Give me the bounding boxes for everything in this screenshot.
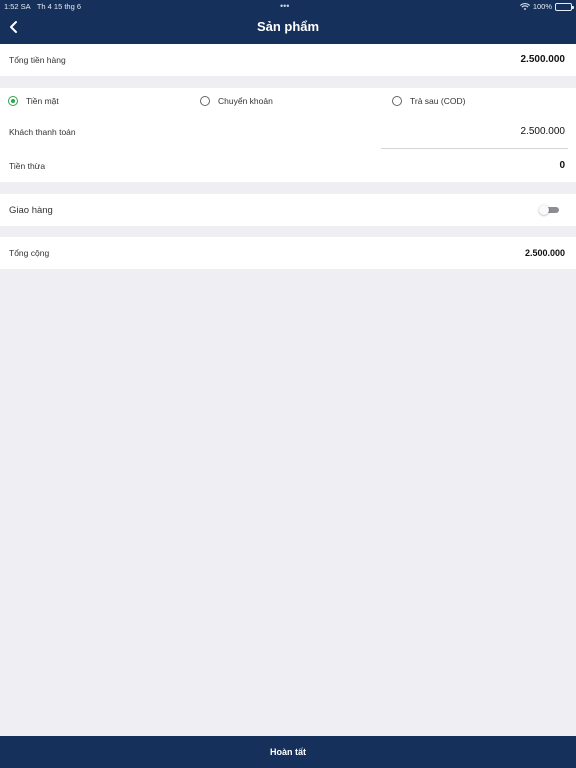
status-date: Th 4 15 thg 6 <box>36 2 82 11</box>
payment-option-label: Chuyển khoản <box>218 96 273 106</box>
subtotal-value: 2.500.000 <box>520 54 566 65</box>
delivery-row: Giao hàng <box>0 194 576 226</box>
total-label: Tổng cộng <box>9 248 50 258</box>
page-title: Sản phẩm <box>256 19 320 34</box>
radio-unchecked-icon <box>392 96 402 106</box>
battery-percent: 100% <box>532 2 552 11</box>
payment-section: Tiền mặt Chuyển khoản Trả sau (COD) Khác… <box>0 88 576 182</box>
change-value: 0 <box>559 160 565 171</box>
toggle-knob <box>539 205 549 215</box>
radio-unchecked-icon <box>200 96 210 106</box>
customer-paid-label: Khách thanh toán <box>9 127 76 137</box>
subtotal-label: Tổng tiền hàng <box>9 55 66 65</box>
payment-option-transfer[interactable]: Chuyển khoản <box>200 96 273 106</box>
customer-paid-underline <box>381 148 568 149</box>
navigation-header: 1:52 SA Th 4 15 thg 6 ••• 100% Sản phẩm <box>0 0 576 44</box>
complete-button[interactable]: Hoàn tất <box>0 736 576 768</box>
radio-checked-icon <box>8 96 18 106</box>
payment-option-label: Tiền mặt <box>26 96 59 106</box>
payment-option-cash[interactable]: Tiền mặt <box>8 96 59 106</box>
wifi-icon <box>519 2 530 10</box>
status-time: 1:52 SA Th 4 15 thg 6 <box>4 2 81 11</box>
status-indicators: 100% <box>519 2 574 11</box>
multitasking-dots[interactable]: ••• <box>280 1 289 11</box>
total-row: Tổng cộng 2.500.000 <box>0 237 576 269</box>
delivery-toggle[interactable] <box>539 205 559 215</box>
delivery-label: Giao hàng <box>9 205 53 216</box>
payment-option-label: Trả sau (COD) <box>410 96 466 106</box>
total-value: 2.500.000 <box>524 248 565 258</box>
payment-option-cod[interactable]: Trả sau (COD) <box>392 96 465 106</box>
battery-icon <box>555 2 574 11</box>
status-clock: 1:52 SA <box>4 2 31 11</box>
subtotal-row: Tổng tiền hàng 2.500.000 <box>0 44 576 76</box>
change-label: Tiền thừa <box>9 161 46 171</box>
customer-paid-input[interactable]: 2.500.000 <box>521 126 566 137</box>
